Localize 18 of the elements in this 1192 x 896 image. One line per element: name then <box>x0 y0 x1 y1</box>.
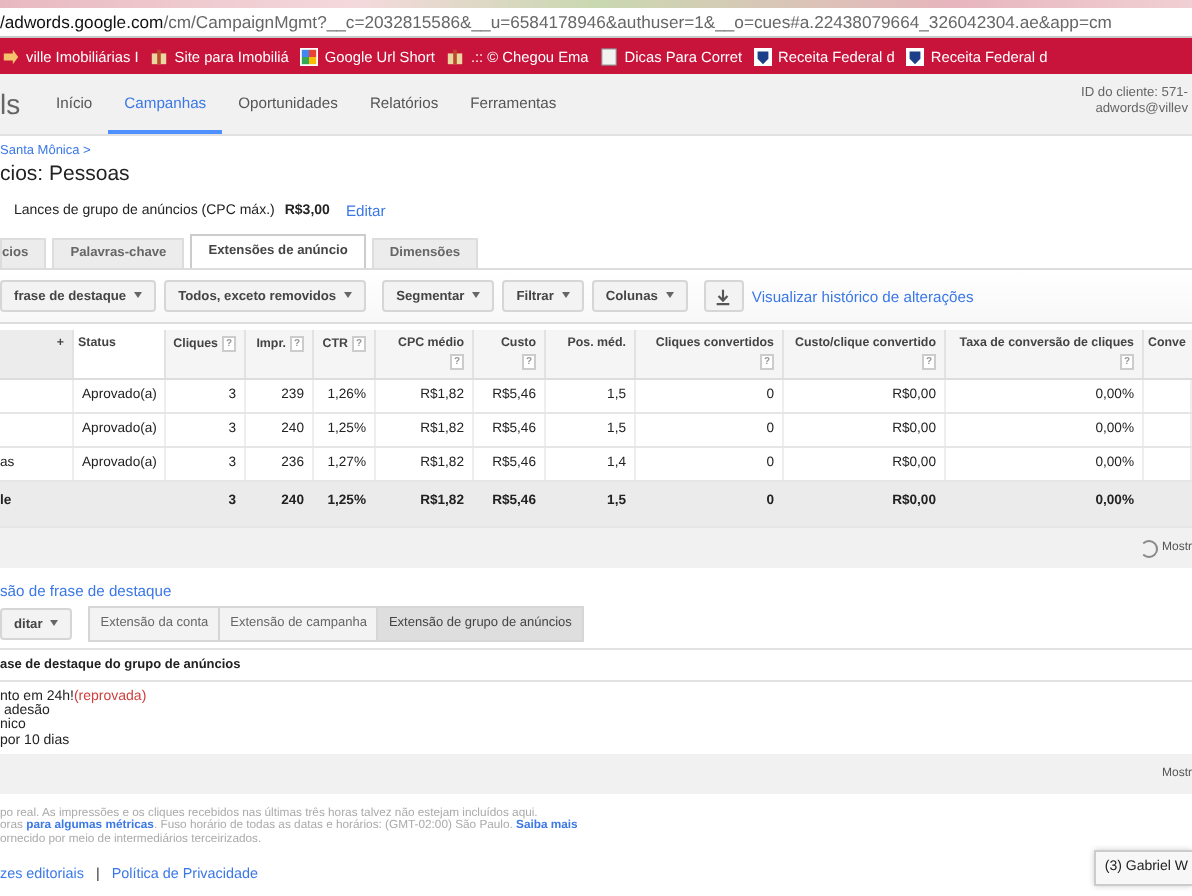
loading-icon <box>1140 539 1158 557</box>
download-icon <box>714 287 733 305</box>
gift-icon <box>150 47 169 65</box>
page-title: cios: Pessoas <box>0 160 132 190</box>
squares-icon <box>300 47 319 65</box>
gift-icon <box>446 47 465 65</box>
page-icon <box>600 47 619 65</box>
caret-icon <box>134 292 143 299</box>
download-button[interactable] <box>703 280 744 312</box>
caret-icon <box>665 292 674 299</box>
shield-icon <box>754 47 773 65</box>
logo-text: ls <box>0 88 23 120</box>
arrow-icon <box>2 47 20 65</box>
caret-icon <box>472 292 481 299</box>
caret-icon <box>344 292 353 299</box>
shield-icon <box>906 47 925 65</box>
caret-icon <box>50 620 59 627</box>
caret-icon <box>561 292 570 299</box>
